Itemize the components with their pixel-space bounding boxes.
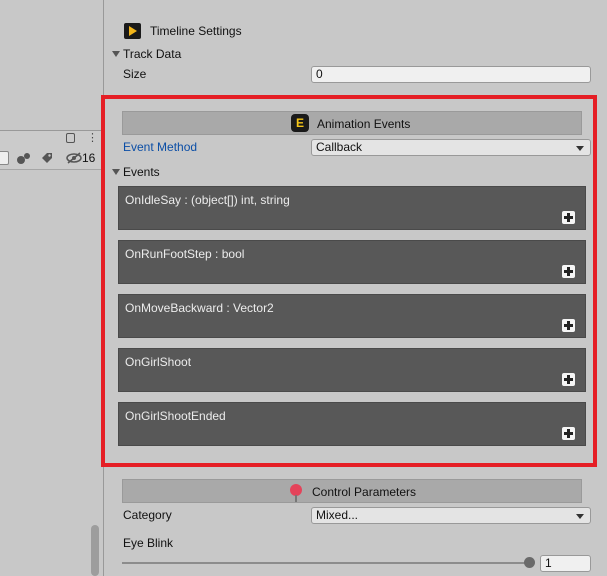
track-data-label[interactable]: Track Data	[123, 47, 181, 61]
scene-visibility-bar: 16	[0, 148, 103, 170]
eye-blink-label: Eye Blink	[123, 536, 174, 550]
pin-icon	[290, 484, 302, 502]
highlight-frame	[101, 95, 597, 467]
lock-icon[interactable]	[66, 133, 75, 143]
left-panel-top	[0, 0, 103, 130]
chevron-down-icon	[576, 514, 584, 519]
left-panel-toolbar: ⋮	[0, 130, 103, 149]
eye-blink-input[interactable]: 1	[540, 555, 591, 572]
audio-icon[interactable]	[16, 151, 32, 165]
eye-blink-slider-handle[interactable]	[524, 557, 535, 568]
control-parameters-title: Control Parameters	[312, 485, 417, 499]
hidden-layer-count: 16	[82, 151, 96, 165]
hidden-eye-icon[interactable]	[66, 151, 82, 165]
eye-blink-slider-track[interactable]	[122, 562, 532, 564]
hierarchy-panel	[0, 130, 103, 576]
category-dropdown[interactable]: Mixed...	[311, 507, 591, 524]
timeline-settings-title: Timeline Settings	[150, 24, 242, 38]
size-label: Size	[123, 67, 147, 81]
timeline-icon	[124, 23, 141, 39]
size-input[interactable]: 0	[311, 66, 591, 83]
tag-icon[interactable]	[40, 151, 56, 165]
left-scrollbar[interactable]	[91, 525, 99, 576]
category-label: Category	[123, 508, 172, 522]
more-options-icon[interactable]: ⋮	[87, 132, 98, 144]
control-parameters-header: Control Parameters	[122, 479, 582, 503]
track-data-foldout-arrow-icon[interactable]	[112, 51, 120, 57]
category-value: Mixed...	[316, 508, 359, 522]
filter-box-icon[interactable]	[0, 151, 9, 165]
